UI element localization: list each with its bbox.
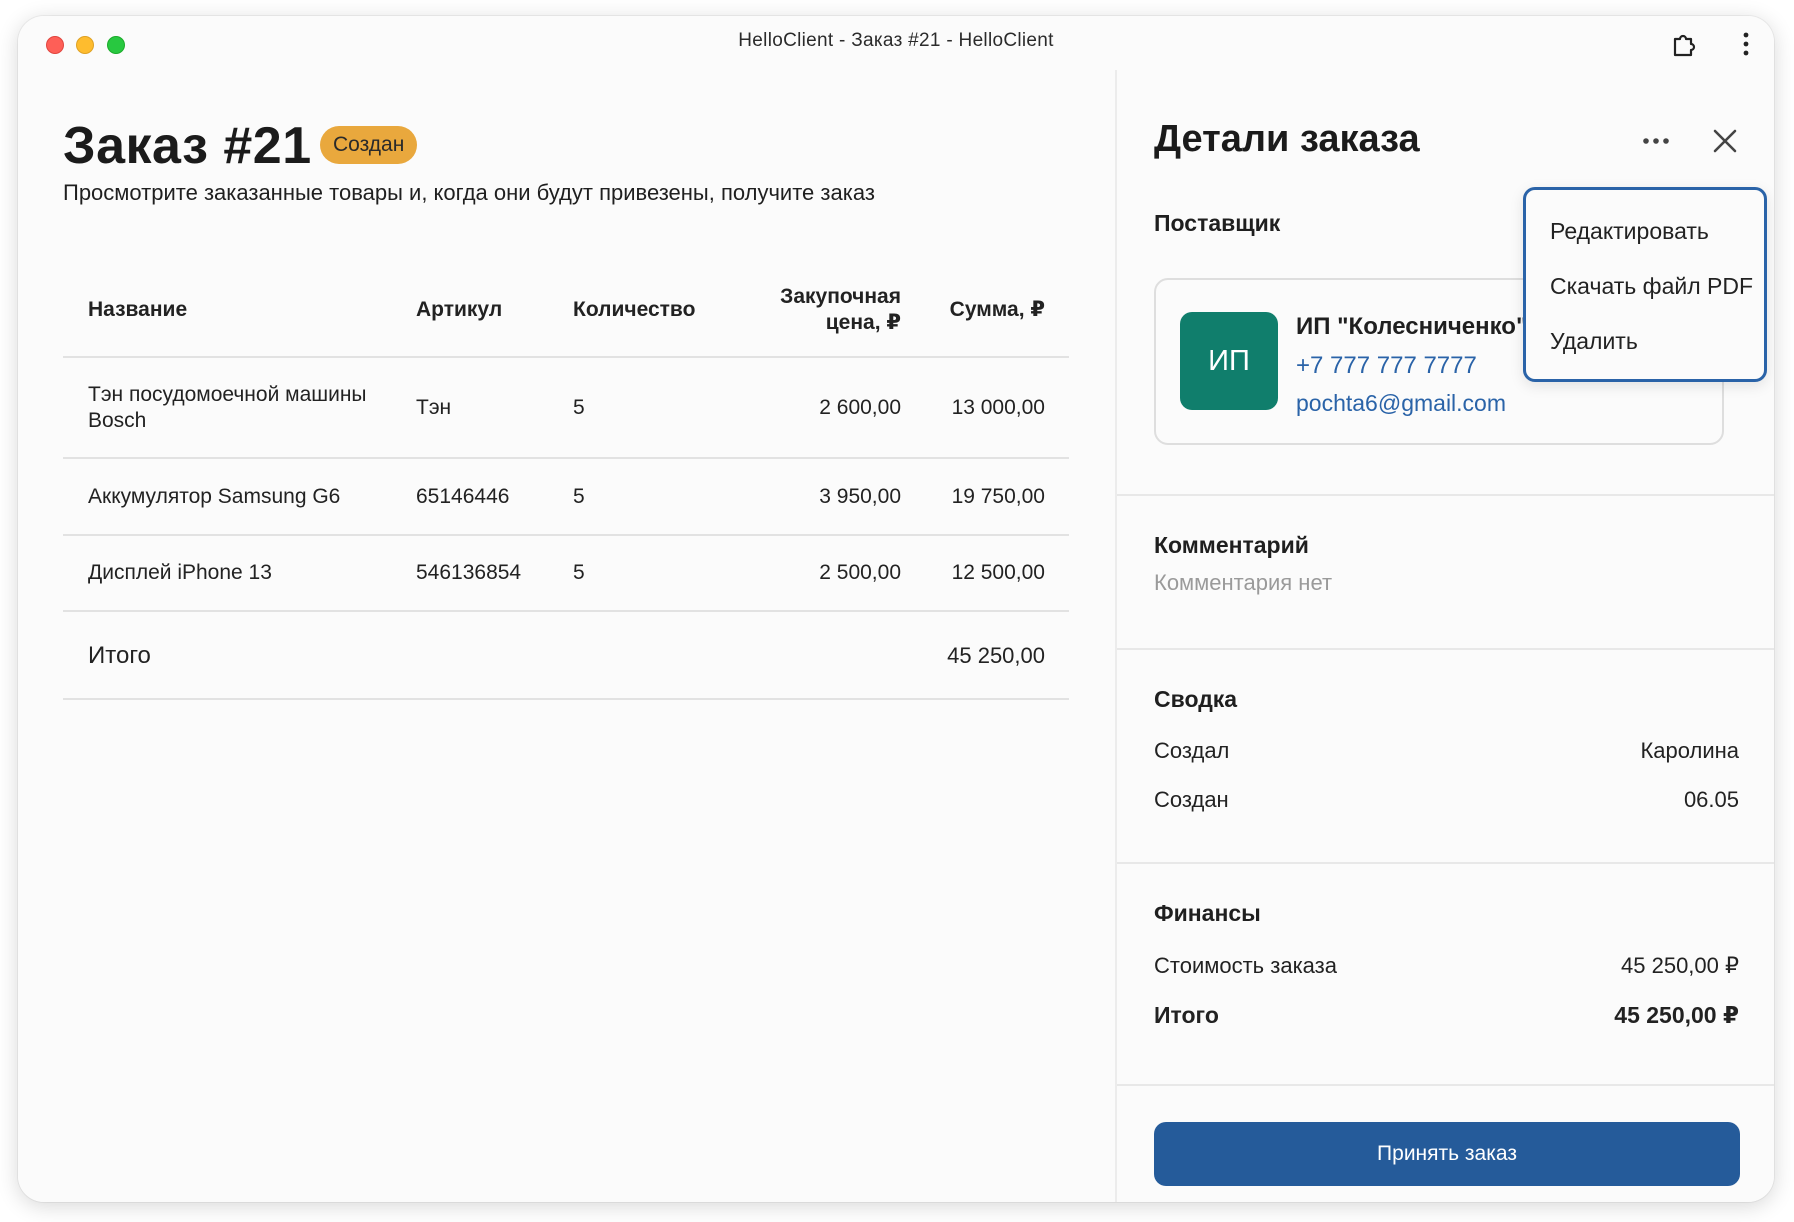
cell-quantity: 5: [573, 485, 585, 508]
cell-article: 546136854: [416, 561, 522, 584]
cell-article: 65146446: [416, 485, 510, 508]
column-header-price-line2: цена, ₽: [825, 311, 901, 334]
cell-quantity: 5: [573, 561, 585, 584]
table-total-value: 45 250,00: [947, 643, 1045, 668]
column-header-article[interactable]: Артикул: [416, 297, 502, 323]
table-header: Название Артикул Количество Закупочная ц…: [63, 260, 1069, 358]
created-by-label: Создал: [1154, 738, 1230, 763]
cell-name: Тэн посудомоечной машины Bosch: [88, 382, 367, 434]
column-header-price[interactable]: Закупочная цена, ₽: [780, 284, 901, 336]
supplier-email-link[interactable]: pochta6@gmail.com: [1296, 390, 1506, 417]
cell-name-line2: Bosch: [88, 409, 147, 432]
cell-name: Аккумулятор Samsung G6: [88, 485, 341, 508]
page-title: Заказ #21: [63, 117, 312, 175]
cell-name: Дисплей iPhone 13: [88, 561, 272, 584]
table-row[interactable]: Аккумулятор Samsung G6 65146446 5 3 950,…: [63, 459, 1069, 536]
comment-heading: Комментарий: [1154, 532, 1309, 558]
table-total-label: Итого: [88, 642, 151, 669]
supplier-heading: Поставщик: [1154, 210, 1281, 236]
supplier-name: ИП "Колесниченко": [1296, 313, 1528, 340]
section-divider: [1117, 862, 1774, 864]
order-main: Заказ #21 Создан Просмотрите заказанные …: [18, 70, 1115, 1202]
more-horizontal-icon[interactable]: [1641, 134, 1671, 148]
cell-article: Тэн: [416, 396, 452, 419]
menu-item-edit[interactable]: Редактировать: [1550, 218, 1709, 245]
close-icon[interactable]: [1712, 128, 1738, 154]
supplier-phone-link[interactable]: +7 777 777 7777: [1296, 352, 1477, 380]
order-cost-label: Стоимость заказа: [1154, 953, 1337, 978]
cell-quantity: 5: [573, 396, 585, 419]
order-actions-menu: Редактировать Скачать файл PDF Удалить: [1523, 187, 1767, 382]
column-header-name[interactable]: Название: [88, 297, 187, 323]
cell-sum: 19 750,00: [951, 485, 1045, 508]
cell-price: 2 600,00: [819, 396, 901, 419]
table-row[interactable]: Тэн посудомоечной машины Bosch Тэн 5 2 6…: [63, 358, 1069, 459]
extension-icon[interactable]: [1670, 30, 1698, 58]
finance-total-label: Итого: [1154, 1002, 1219, 1028]
table-row[interactable]: Дисплей iPhone 13 546136854 5 2 500,00 1…: [63, 536, 1069, 612]
page-subtitle: Просмотрите заказанные товары и, когда о…: [63, 180, 875, 205]
finance-heading: Финансы: [1154, 900, 1261, 926]
comment-text: Комментария нет: [1154, 570, 1333, 595]
title-bar: HelloClient - Заказ #21 - HelloClient: [18, 16, 1774, 70]
panel-title: Детали заказа: [1154, 118, 1420, 160]
created-by-value: Каролина: [1640, 738, 1739, 763]
cell-sum: 13 000,00: [951, 396, 1045, 419]
order-items-table: Название Артикул Количество Закупочная ц…: [63, 260, 1069, 700]
window-title: HelloClient - Заказ #21 - HelloClient: [738, 30, 1054, 51]
cell-price: 2 500,00: [819, 561, 901, 584]
order-cost-value: 45 250,00 ₽: [1621, 953, 1739, 978]
app-window: HelloClient - Заказ #21 - HelloClient За…: [18, 16, 1774, 1202]
summary-heading: Сводка: [1154, 686, 1238, 712]
column-header-sum[interactable]: Сумма, ₽: [950, 297, 1045, 323]
table-total-row: Итого 45 250,00: [63, 612, 1069, 700]
cell-sum: 12 500,00: [951, 561, 1045, 584]
section-divider: [1117, 1084, 1774, 1086]
column-header-price-line1: Закупочная: [780, 285, 901, 308]
section-divider: [1117, 494, 1774, 496]
created-date-label: Создан: [1154, 787, 1229, 812]
created-date-value: 06.05: [1683, 787, 1739, 812]
menu-item-delete[interactable]: Удалить: [1550, 328, 1638, 355]
cell-name-line1: Тэн посудомоечной машины: [88, 383, 367, 406]
menu-item-download-pdf[interactable]: Скачать файл PDF: [1550, 273, 1753, 300]
accept-order-button[interactable]: Принять заказ: [1154, 1122, 1740, 1186]
status-badge: Создан: [320, 126, 418, 164]
finance-total-value: 45 250,00 ₽: [1614, 1002, 1739, 1028]
section-divider: [1117, 648, 1774, 650]
cell-price: 3 950,00: [819, 485, 901, 508]
column-header-quantity[interactable]: Количество: [573, 297, 695, 323]
more-vertical-icon[interactable]: [1740, 30, 1752, 58]
avatar: ИП: [1180, 312, 1278, 410]
